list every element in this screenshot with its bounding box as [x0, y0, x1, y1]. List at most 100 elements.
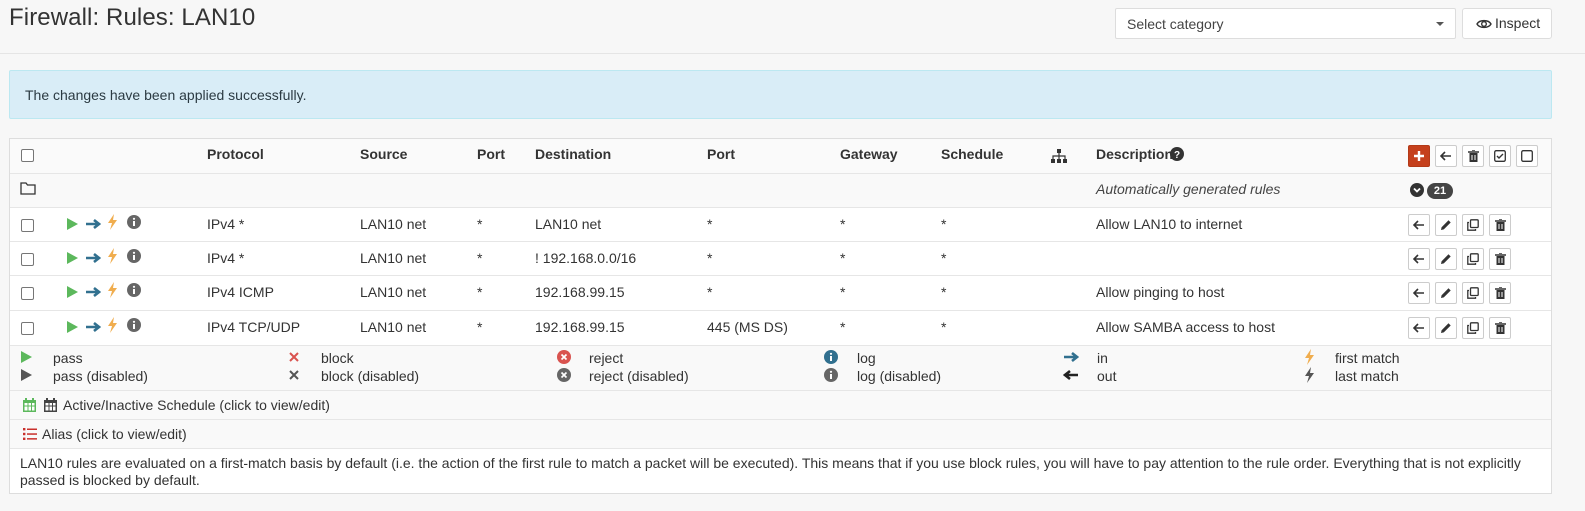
legend-reject-disabled: reject (disabled) [589, 368, 689, 384]
legend-log-disabled: log (disabled) [857, 368, 942, 384]
bolt-icon [107, 214, 118, 233]
delete-rule-button[interactable] [1489, 214, 1511, 236]
cell-destination: LAN10 net [535, 216, 602, 232]
legend-pass: pass [53, 350, 83, 366]
pass-icon[interactable] [67, 285, 78, 301]
delete-rule-button[interactable] [1489, 317, 1511, 339]
clone-rule-button[interactable] [1462, 248, 1484, 270]
row-checkbox[interactable] [21, 219, 34, 232]
cell-dest-port: * [707, 250, 713, 266]
delete-rule-button[interactable] [1489, 282, 1511, 304]
header-gateway: Gateway [840, 146, 898, 162]
clone-rule-button[interactable] [1462, 214, 1484, 236]
cell-destination: 192.168.99.15 [535, 319, 625, 335]
arrow-right-icon [85, 217, 102, 233]
list-icon [23, 428, 37, 440]
cell-gateway: * [840, 216, 846, 232]
move-selected-button[interactable] [1435, 145, 1457, 167]
calendar-inactive-icon [44, 398, 57, 412]
table-row[interactable]: IPv4 TCP/UDP LAN10 net * 192.168.99.15 445 (… [10, 311, 1551, 346]
edit-rule-button[interactable] [1435, 248, 1457, 270]
header-destination: Destination [535, 146, 612, 162]
cell-description: Allow SAMBA access to host [1096, 319, 1275, 335]
cell-gateway: * [840, 284, 846, 300]
folder-icon [20, 182, 36, 195]
auto-rules-group-row[interactable]: Automatically generated rules 21 [10, 174, 1551, 208]
move-rule-button[interactable] [1408, 214, 1430, 236]
calendar-active-icon [23, 398, 36, 412]
info-circle-icon[interactable] [127, 283, 141, 300]
pass-icon[interactable] [67, 320, 78, 336]
header-schedule: Schedule [941, 146, 1004, 162]
disable-selected-button[interactable] [1516, 145, 1538, 167]
cell-schedule: * [941, 216, 947, 232]
pass-icon[interactable] [67, 217, 78, 233]
move-rule-button[interactable] [1408, 317, 1430, 339]
info-circle-icon[interactable] [127, 318, 141, 335]
question-circle-icon[interactable]: ? [1170, 147, 1184, 161]
bolt-icon [107, 282, 118, 301]
pass-icon[interactable] [67, 251, 78, 267]
edit-rule-button[interactable] [1435, 214, 1457, 236]
category-select-label: Select category [1127, 16, 1224, 32]
alert-message: The changes have been applied successful… [25, 87, 307, 103]
legend-in: in [1097, 350, 1108, 366]
cell-schedule: * [941, 319, 947, 335]
legend-first-match: first match [1335, 350, 1400, 366]
arrow-right-icon [85, 285, 102, 301]
top-bar: Firewall: Rules: LAN10 Select category I… [0, 0, 1585, 54]
row-checkbox[interactable] [21, 287, 34, 300]
bolt-icon [107, 248, 118, 267]
group-description: Automatically generated rules [1096, 181, 1281, 197]
info-circle-icon[interactable] [127, 249, 141, 266]
cell-gateway: * [840, 319, 846, 335]
cell-destination: ! 192.168.0.0/16 [535, 250, 637, 266]
header-port: Port [477, 146, 505, 162]
rules-order-note: LAN10 rules are evaluated on a first-mat… [20, 455, 1521, 488]
add-rule-button[interactable] [1408, 145, 1430, 167]
pass-disabled-icon [21, 369, 32, 381]
cell-destination: 192.168.99.15 [535, 284, 625, 300]
log-disabled-icon [824, 368, 838, 382]
move-rule-button[interactable] [1408, 248, 1430, 270]
delete-selected-button[interactable] [1462, 145, 1484, 167]
arrow-left-icon [1063, 369, 1078, 381]
header-description: Description [1096, 146, 1174, 162]
category-select[interactable]: Select category [1115, 8, 1456, 39]
pass-icon [21, 351, 32, 363]
table-row[interactable]: IPv4 * LAN10 net * ! 192.168.0.0/16 * * * [10, 242, 1551, 276]
row-checkbox[interactable] [21, 253, 34, 266]
cell-source: LAN10 net [360, 216, 427, 232]
block-disabled-icon [289, 370, 299, 380]
edit-rule-button[interactable] [1435, 317, 1457, 339]
reject-disabled-icon [557, 368, 571, 382]
trash-icon [1467, 150, 1479, 162]
chevron-down-circle-icon[interactable] [1410, 183, 1424, 197]
sitemap-icon [1051, 149, 1067, 163]
log-icon [824, 350, 838, 364]
cell-dest-port: * [707, 284, 713, 300]
info-circle-icon[interactable] [127, 215, 141, 232]
clone-rule-button[interactable] [1462, 282, 1484, 304]
row-checkbox[interactable] [21, 322, 34, 335]
enable-selected-button[interactable] [1489, 145, 1511, 167]
header-source: Source [360, 146, 408, 162]
delete-rule-button[interactable] [1489, 248, 1511, 270]
cell-schedule: * [941, 250, 947, 266]
legend-reject: reject [589, 350, 624, 366]
legend-last-match: last match [1335, 368, 1399, 384]
schedule-legend-label: Active/Inactive Schedule (click to view/… [63, 397, 330, 413]
move-rule-button[interactable] [1408, 282, 1430, 304]
check-square-icon [1494, 150, 1506, 162]
clone-rule-button[interactable] [1462, 317, 1484, 339]
header-protocol: Protocol [207, 146, 264, 162]
select-all-checkbox[interactable] [21, 149, 34, 162]
reject-icon [557, 350, 571, 364]
table-row[interactable]: IPv4 * LAN10 net * LAN10 net * * * Allow LAN10 … [10, 208, 1551, 242]
inspect-button[interactable]: Inspect [1462, 8, 1552, 39]
page-title: Firewall: Rules: LAN10 [9, 4, 256, 31]
edit-rule-button[interactable] [1435, 282, 1457, 304]
arrow-right-icon [1064, 351, 1079, 363]
cell-port: * [477, 284, 483, 300]
table-row[interactable]: IPv4 ICMP LAN10 net * 192.168.99.15 * * * Allow… [10, 276, 1551, 311]
